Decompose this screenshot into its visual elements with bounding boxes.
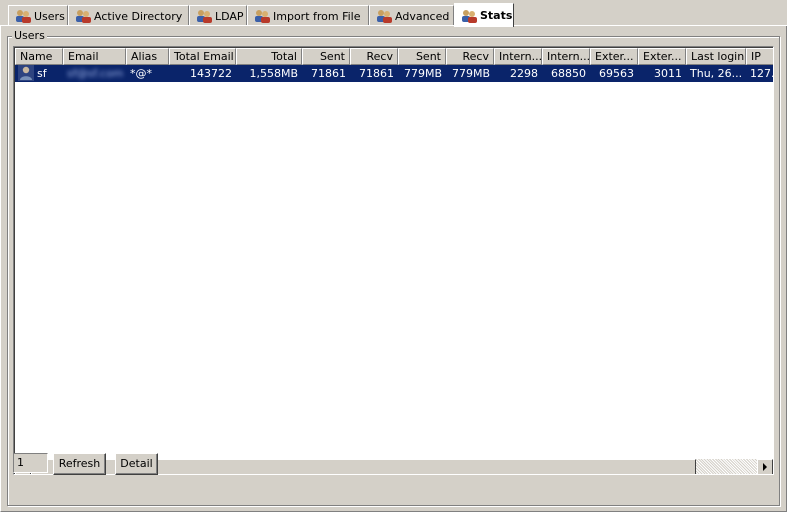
users-icon (15, 9, 32, 23)
cell-sent-count: 71861 (311, 67, 346, 80)
users-icon (376, 9, 393, 23)
user-count-field[interactable]: 1 (13, 453, 48, 473)
column-header-exter-2[interactable]: Exter... (638, 48, 686, 65)
tab-label: Stats (480, 9, 513, 22)
column-header-intern-1[interactable]: Intern... (494, 48, 542, 65)
tab-advanced[interactable]: Advanced (369, 5, 454, 26)
users-icon (461, 9, 478, 23)
column-header-sent-count[interactable]: Sent (302, 48, 350, 65)
cell-intern-2: 68850 (551, 67, 586, 80)
column-header-alias[interactable]: Alias (126, 48, 169, 65)
tab-import-from-file[interactable]: Import from File (247, 5, 369, 26)
tab-label: Active Directory (94, 9, 183, 23)
tab-label: Advanced (395, 9, 450, 23)
cell-recv-size: 779MB (451, 67, 490, 80)
list-header: Name Email Alias Total Email Total Sent … (15, 48, 773, 65)
scroll-right-button[interactable] (757, 459, 773, 474)
column-header-total-email[interactable]: Total Email (169, 48, 236, 65)
column-header-recv-count[interactable]: Recv (350, 48, 398, 65)
tab-bar: Users Active Directory LDAP Import from … (0, 0, 787, 27)
tab-label: LDAP (215, 9, 244, 23)
column-header-name[interactable]: Name (15, 48, 63, 65)
cell-total-email: 143722 (190, 67, 232, 80)
refresh-button[interactable]: Refresh (53, 453, 106, 475)
tab-active-directory[interactable]: Active Directory (68, 5, 189, 26)
column-header-email[interactable]: Email (63, 48, 126, 65)
tab-ldap[interactable]: LDAP (189, 5, 247, 26)
column-header-last-login[interactable]: Last login (686, 48, 746, 65)
table-row[interactable]: sf sf@sf.com *@* 143722 1,558MB 71861 71… (15, 65, 774, 84)
tab-label: Import from File (273, 9, 361, 23)
cell-exter-1: 69563 (599, 67, 634, 80)
column-header-ip[interactable]: IP (746, 48, 773, 65)
users-icon (75, 9, 92, 23)
cell-intern-1: 2298 (510, 67, 538, 80)
users-icon (196, 9, 213, 23)
groupbox-title: Users (12, 29, 47, 43)
tab-stats[interactable]: Stats (454, 3, 514, 27)
column-header-sent-size[interactable]: Sent (398, 48, 446, 65)
cell-name: sf (37, 67, 47, 80)
arrow-right-icon (763, 463, 767, 471)
users-stats-list[interactable]: Name Email Alias Total Email Total Sent … (13, 46, 774, 475)
cell-ip: 127. (750, 67, 774, 80)
user-icon (18, 65, 34, 84)
column-header-intern-2[interactable]: Intern... (542, 48, 590, 65)
users-icon (254, 9, 271, 23)
cell-sent-size: 779MB (403, 67, 442, 80)
tab-label: Users (34, 9, 65, 23)
cell-recv-count: 71861 (359, 67, 394, 80)
tab-users[interactable]: Users (8, 5, 68, 26)
cell-total: 1,558MB (249, 67, 298, 80)
column-header-total[interactable]: Total (236, 48, 302, 65)
cell-alias: *@* (130, 67, 152, 80)
cell-email: sf@sf.com (67, 67, 124, 80)
column-header-recv-size[interactable]: Recv (446, 48, 494, 65)
detail-button[interactable]: Detail (115, 453, 158, 475)
column-header-exter-1[interactable]: Exter... (590, 48, 638, 65)
cell-exter-2: 3011 (654, 67, 682, 80)
cell-last-login: Thu, 26... (690, 67, 743, 80)
